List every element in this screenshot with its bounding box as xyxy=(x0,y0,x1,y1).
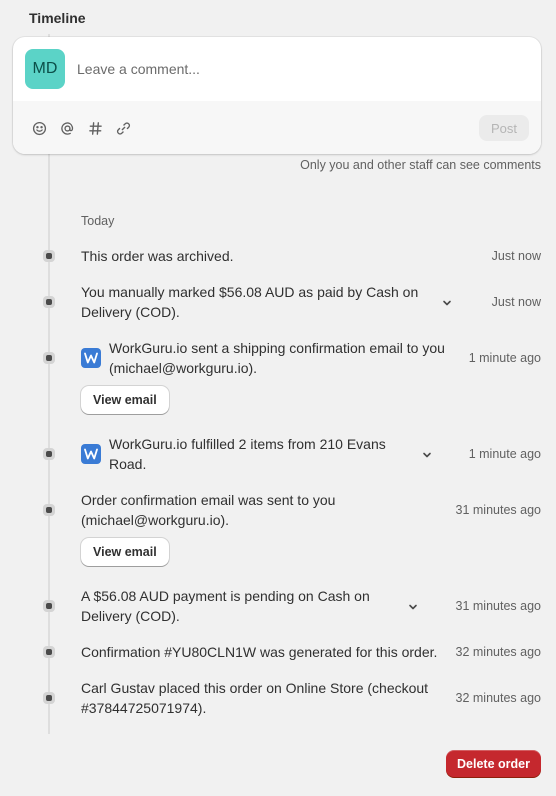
hashtag-icon[interactable] xyxy=(85,118,105,138)
comment-toolbar: Post xyxy=(13,101,541,154)
view-email-button[interactable]: View email xyxy=(81,386,169,414)
chevron-down-icon[interactable] xyxy=(441,296,453,308)
delete-order-button[interactable]: Delete order xyxy=(446,750,541,777)
event-time: 32 minutes ago xyxy=(455,691,541,705)
event-text: Carl Gustav placed this order on Online … xyxy=(81,680,429,716)
chevron-down-icon[interactable] xyxy=(421,448,433,460)
staff-note: Only you and other staff can see comment… xyxy=(300,158,541,172)
mention-icon[interactable] xyxy=(57,118,77,138)
event-time: Just now xyxy=(491,295,541,309)
event-dot xyxy=(43,504,55,516)
event-dot xyxy=(43,600,55,612)
view-email-button[interactable]: View email xyxy=(81,538,169,566)
event-time: 1 minute ago xyxy=(468,351,541,365)
event-dot xyxy=(43,646,55,658)
event-time: 31 minutes ago xyxy=(455,503,541,517)
event-dot xyxy=(43,448,55,460)
event-time: 1 minute ago xyxy=(468,447,541,461)
event-time: 31 minutes ago xyxy=(455,599,541,613)
timeline-title: Timeline xyxy=(29,10,86,26)
event-text[interactable]: A $56.08 AUD payment is pending on Cash … xyxy=(81,586,401,626)
event-text[interactable]: WorkGuru.io fulfilled 2 items from 210 E… xyxy=(109,434,419,474)
chevron-down-icon[interactable] xyxy=(407,600,419,612)
emoji-icon[interactable] xyxy=(29,118,49,138)
comment-input[interactable] xyxy=(77,49,517,89)
event-dot xyxy=(43,352,55,364)
link-icon[interactable] xyxy=(113,118,133,138)
event-text: Confirmation #YU80CLN1W was generated fo… xyxy=(81,644,438,660)
event-time: 32 minutes ago xyxy=(455,645,541,659)
event-text[interactable]: You manually marked $56.08 AUD as paid b… xyxy=(81,282,441,322)
workguru-app-icon xyxy=(81,348,101,368)
section-date-label: Today xyxy=(81,214,115,228)
avatar: MD xyxy=(25,49,65,89)
event-text: Order confirmation email was sent to you… xyxy=(81,492,336,528)
event-dot xyxy=(43,692,55,704)
event-text: This order was archived. xyxy=(81,248,234,264)
event-text: WorkGuru.io sent a shipping confirmation… xyxy=(109,340,445,376)
event-dot xyxy=(43,296,55,308)
event-dot xyxy=(43,250,55,262)
comment-card: MD Post xyxy=(13,37,541,154)
post-button[interactable]: Post xyxy=(479,115,529,141)
workguru-app-icon xyxy=(81,444,101,464)
event-time: Just now xyxy=(491,249,541,263)
